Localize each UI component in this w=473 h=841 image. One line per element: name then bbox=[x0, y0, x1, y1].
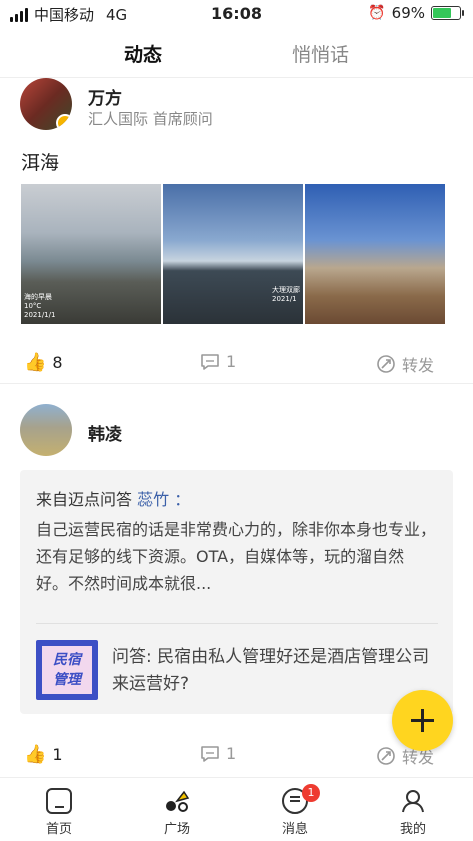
post-actions: 👍 1 1 转发 bbox=[0, 740, 473, 770]
like-count: 8 bbox=[52, 353, 63, 372]
comment-count: 1 bbox=[226, 352, 237, 371]
alarm-icon: ⏰ bbox=[368, 5, 386, 21]
share-icon bbox=[377, 355, 395, 373]
photo-caption: 大理双廊 2021/1 bbox=[272, 286, 300, 303]
author-name[interactable]: 韩凌 bbox=[88, 420, 122, 445]
comment-button[interactable]: 1 bbox=[200, 744, 236, 763]
nav-label: 首页 bbox=[45, 822, 72, 837]
post-actions: 👍 8 1 转发 bbox=[0, 348, 473, 378]
question-thumbnail[interactable]: 民宿 管理 bbox=[36, 640, 98, 700]
photo[interactable]: 大理双廊 2021/1 bbox=[163, 184, 303, 324]
post-divider bbox=[0, 383, 473, 384]
profile-icon bbox=[400, 788, 426, 814]
post-text: 洱海 bbox=[21, 152, 60, 174]
quoted-answer-card[interactable]: 来自迈点问答 蕊竹 ： 自己运营民宿的话是非常费心力的，除非你本身也专业，还有足… bbox=[20, 470, 453, 714]
battery-icon bbox=[431, 6, 464, 20]
quote-source-user[interactable]: 蕊竹 bbox=[137, 490, 169, 509]
home-icon bbox=[46, 788, 72, 814]
photo[interactable] bbox=[305, 184, 445, 324]
nav-item-square[interactable]: 广场 bbox=[137, 788, 217, 837]
author-name[interactable]: 万方 bbox=[88, 84, 122, 109]
add-post-button[interactable] bbox=[392, 690, 453, 751]
thumbs-up-icon: 👍 bbox=[24, 352, 47, 373]
like-button[interactable]: 👍 1 bbox=[24, 744, 63, 765]
verified-badge-icon bbox=[56, 114, 72, 130]
status-right: ⏰ 69% bbox=[368, 4, 464, 22]
comment-button[interactable]: 1 bbox=[200, 352, 236, 371]
quote-source-prefix: 来自迈点问答 bbox=[36, 490, 133, 509]
unread-badge: 1 bbox=[302, 784, 320, 802]
share-icon bbox=[377, 747, 395, 765]
share-button[interactable]: 转发 bbox=[376, 352, 434, 376]
like-button[interactable]: 👍 8 bbox=[24, 352, 63, 373]
quote-source-suffix: ： bbox=[174, 490, 191, 509]
status-bar: 中国移动 4G 16:08 ⏰ 69% bbox=[0, 0, 473, 28]
photo-grid: 海的早晨 10°C 2021/1/1 大理双廊 2021/1 bbox=[21, 184, 445, 324]
like-count: 1 bbox=[52, 745, 63, 764]
avatar[interactable] bbox=[20, 78, 72, 130]
quote-divider bbox=[36, 623, 438, 624]
tab-dynamics[interactable]: 动态 bbox=[124, 40, 162, 67]
thumbs-up-icon: 👍 bbox=[24, 744, 47, 765]
battery-percent: 69% bbox=[391, 4, 425, 22]
square-icon bbox=[164, 788, 190, 814]
nav-item-home[interactable]: 首页 bbox=[19, 788, 99, 837]
nav-item-profile[interactable]: 我的 bbox=[373, 788, 453, 837]
bottom-nav: 首页 广场 1 消息 我的 bbox=[0, 777, 473, 841]
message-icon: 1 bbox=[282, 784, 320, 814]
nav-label: 我的 bbox=[399, 822, 426, 837]
author-title: 汇人国际 首席顾问 bbox=[88, 110, 213, 128]
comment-icon bbox=[201, 745, 219, 762]
thumbnail-text: 民宿 管理 bbox=[42, 646, 92, 694]
top-tabs: 动态 悄悄话 bbox=[0, 30, 473, 78]
question-title[interactable]: 问答: 民宿由私人管理好还是酒店管理公司来运营好? bbox=[112, 644, 432, 698]
photo[interactable]: 海的早晨 10°C 2021/1/1 bbox=[21, 184, 161, 324]
share-label: 转发 bbox=[402, 356, 435, 375]
quote-source: 来自迈点问答 蕊竹 ： bbox=[36, 486, 190, 510]
nav-label: 消息 bbox=[281, 822, 308, 837]
photo-caption: 海的早晨 10°C 2021/1/1 bbox=[24, 293, 56, 319]
quote-body: 自己运营民宿的话是非常费心力的，除非你本身也专业，还有足够的线下资源。OTA，自… bbox=[36, 520, 437, 593]
tab-whisper[interactable]: 悄悄话 bbox=[292, 40, 349, 67]
avatar[interactable] bbox=[20, 404, 72, 456]
nav-label: 广场 bbox=[163, 822, 190, 837]
nav-item-messages[interactable]: 1 消息 bbox=[255, 784, 335, 837]
comment-icon bbox=[201, 353, 219, 370]
comment-count: 1 bbox=[226, 744, 237, 763]
